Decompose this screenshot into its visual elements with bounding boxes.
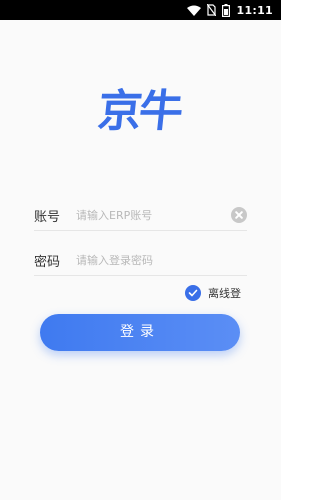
account-row: 账号 xyxy=(34,200,247,231)
login-button[interactable]: 登录 xyxy=(40,314,240,351)
no-sim-icon xyxy=(207,4,217,16)
status-time: 11:11 xyxy=(236,3,273,17)
login-screen: 11:11 京牛 账号 密码 离线登 登录 xyxy=(0,0,281,500)
app-logo-text: 京牛 xyxy=(95,86,183,137)
status-icons: 11:11 xyxy=(187,3,273,17)
status-bar: 11:11 xyxy=(0,0,281,20)
offline-login-label: 离线登 xyxy=(208,287,241,300)
password-row: 密码 xyxy=(34,245,247,276)
clear-icon[interactable] xyxy=(231,207,247,223)
battery-icon xyxy=(222,3,231,17)
checkbox-checked-icon[interactable] xyxy=(185,285,201,301)
app-logo: 京牛 xyxy=(95,84,183,140)
password-label: 密码 xyxy=(34,255,61,270)
wifi-icon xyxy=(187,5,202,16)
offline-login-toggle[interactable]: 离线登 xyxy=(185,285,241,301)
password-input[interactable] xyxy=(76,249,226,271)
account-input[interactable] xyxy=(76,204,226,226)
account-label: 账号 xyxy=(34,210,61,225)
